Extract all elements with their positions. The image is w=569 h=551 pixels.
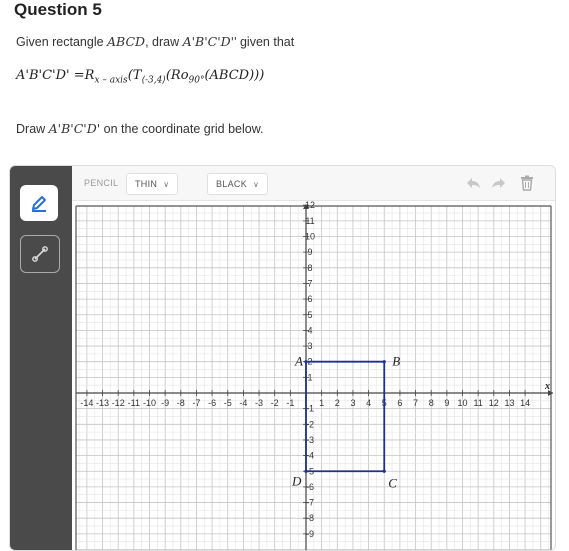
x-tick-label: -2 (271, 398, 279, 408)
color-dropdown[interactable]: BLACK ∨ (207, 173, 269, 195)
vertex-point-b (382, 360, 386, 364)
y-tick-label: 10 (305, 232, 315, 242)
clear-button[interactable] (518, 174, 536, 192)
trash-icon (521, 175, 533, 191)
x-tick-label: 10 (457, 398, 467, 408)
draw-instruction: Draw A'B'C'D' on the coordinate grid bel… (16, 121, 264, 136)
draw-suffix: on the coordinate grid below. (100, 122, 264, 136)
formula-ro-sub: 90° (188, 75, 205, 86)
chevron-down-icon: ∨ (253, 179, 260, 189)
draw-name: A'B'C'D' (48, 121, 101, 136)
y-tick-label: 11 (305, 216, 314, 226)
chevron-down-icon: ∨ (163, 179, 170, 189)
x-tick-label: 13 (504, 398, 514, 408)
y-tick-label: -3 (306, 435, 314, 445)
tool-sidebar (10, 166, 72, 550)
width-value: THIN (135, 179, 158, 189)
y-tick-label: -1 (306, 404, 314, 414)
line-tool-icon (32, 246, 48, 262)
x-tick-label: -11 (128, 398, 140, 408)
width-dropdown[interactable]: THIN ∨ (126, 173, 179, 195)
pencil-tool-button[interactable] (20, 185, 58, 221)
coordinate-grid[interactable]: -14 -13 -12 -11 -10 -9 -8 -7 -6 -5 -4 -3 -2 -1 1 2 3 4 5 6 7… (72, 200, 555, 550)
vertex-label-a: A (294, 354, 303, 369)
question-intro: Given rectangle ABCD, draw A'B'C'D'' giv… (16, 34, 294, 49)
formula-reflect-sub: x – axis (94, 75, 128, 86)
x-tick-label: -10 (143, 398, 156, 408)
transformation-formula: A'B'C'D' =Rx – axis(T⟨-3,4⟩(Ro90°(ABCD))… (16, 68, 264, 86)
x-tick-label: -14 (80, 398, 93, 408)
x-tick-label: 8 (429, 398, 434, 408)
draw-prefix: Draw (16, 122, 49, 136)
x-tick-label: -5 (224, 398, 232, 408)
x-tick-label: 14 (520, 398, 530, 408)
vertex-point-c (382, 469, 386, 473)
vertex-label-b: B (392, 354, 400, 369)
x-tick-label: 6 (397, 398, 402, 408)
pencil-tool-icon (32, 196, 46, 212)
vertex-label-c: C (388, 475, 397, 490)
y-tick-label: 12 (305, 200, 315, 210)
x-tick-label: 9 (444, 398, 449, 408)
x-tick-label: 4 (366, 398, 371, 408)
rect-name: ABCD (107, 34, 146, 49)
intro-prefix: Given rectangle (16, 35, 108, 49)
y-tick-label: 5 (307, 310, 312, 320)
redo-button[interactable] (490, 174, 508, 192)
x-tick-label: -7 (192, 398, 200, 408)
color-value: BLACK (216, 179, 248, 189)
x-tick-label: -1 (286, 398, 294, 408)
x-tick-label: 11 (473, 398, 482, 408)
y-tick-label: -2 (306, 419, 314, 429)
y-tick-label: 9 (307, 247, 312, 257)
formula-arg: (ABCD))) (204, 68, 265, 83)
coordinate-grid-svg[interactable]: -14 -13 -12 -11 -10 -9 -8 -7 -6 -5 -4 -3 -2 -1 1 2 3 4 5 6 7… (72, 200, 555, 550)
y-tick-label: 7 (307, 278, 312, 288)
intro-mid: , draw (145, 35, 183, 49)
y-tick-label: -7 (306, 498, 314, 508)
formula-t: (T (127, 68, 142, 83)
vertex-point-d (304, 469, 308, 473)
question-title: Question 5 (14, 0, 102, 19)
intro-suffix: ' given that (234, 35, 295, 49)
y-tick-label: -9 (306, 529, 314, 539)
image-name: A'B'C'D' (182, 34, 235, 49)
x-tick-label: 7 (413, 398, 418, 408)
formula-eq: =R (69, 68, 95, 83)
formula-ro: (Ro (165, 68, 189, 83)
y-tick-label: 6 (307, 294, 312, 304)
undo-button[interactable] (464, 174, 482, 192)
x-tick-label: 2 (335, 398, 340, 408)
line-tool-button[interactable] (20, 235, 60, 273)
drawing-panel: PENCIL THIN ∨ BLACK ∨ -14 -13 -12 -11 -10 -9 -8-… (9, 165, 556, 551)
x-tick-label: -13 (96, 398, 109, 408)
formula-t-sub: ⟨-3,4⟩ (141, 75, 166, 86)
x-tick-label: 3 (350, 398, 355, 408)
y-tick-label: -8 (306, 513, 314, 523)
x-tick-label: 12 (489, 398, 499, 408)
y-tick-label: 1 (307, 372, 312, 382)
vertex-label-d: D (291, 473, 302, 488)
y-tick-label: 4 (307, 325, 312, 335)
x-tick-label: -8 (177, 398, 185, 408)
pencil-label: PENCIL (84, 178, 119, 188)
x-axis-label: x (544, 381, 550, 392)
vertex-point-a (304, 360, 308, 364)
x-tick-label: -3 (255, 398, 263, 408)
x-tick-label: -12 (112, 398, 125, 408)
redo-icon (492, 178, 505, 188)
formula-lhs: A'B'C'D' (16, 68, 70, 83)
y-tick-label: 3 (307, 341, 312, 351)
x-tick-label: -9 (161, 398, 169, 408)
x-tick-label: -6 (208, 398, 216, 408)
y-tick-label: 8 (307, 263, 312, 273)
y-tick-label: -4 (306, 451, 314, 461)
undo-icon (467, 178, 480, 188)
x-tick-label: -4 (239, 398, 247, 408)
y-tick-label: -6 (306, 482, 314, 492)
drawing-toolbar: PENCIL THIN ∨ BLACK ∨ (72, 166, 555, 201)
x-tick-label: 1 (319, 398, 324, 408)
